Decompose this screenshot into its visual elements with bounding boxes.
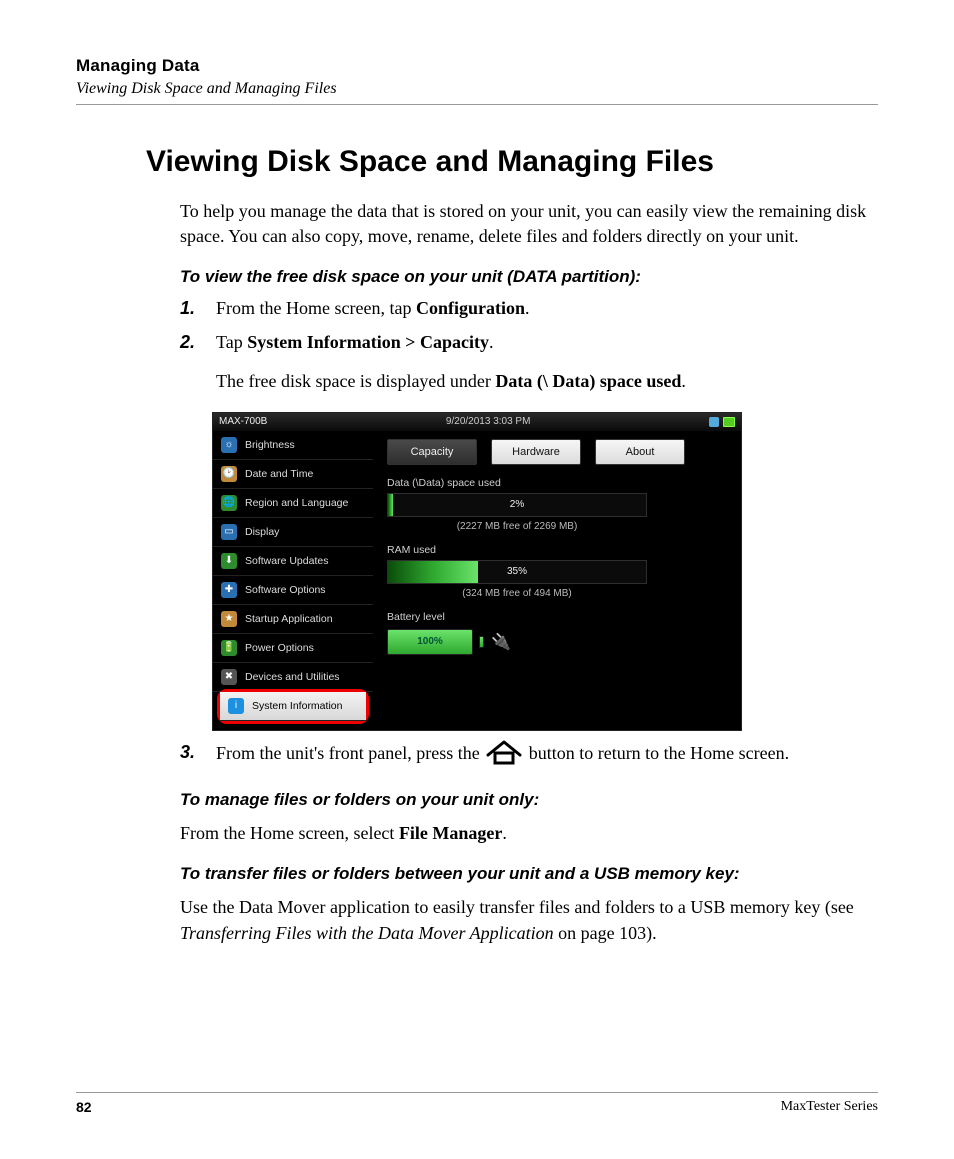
sidebar-item-system-information[interactable]: i System Information bbox=[220, 692, 366, 721]
sidebar-icon: ★ bbox=[221, 611, 237, 627]
sidebar-item-label: Display bbox=[245, 526, 279, 538]
page-footer: 82 MaxTester Series bbox=[76, 1092, 878, 1115]
sidebar-icon: 🌐 bbox=[221, 495, 237, 511]
sidebar-item-label: System Information bbox=[252, 700, 342, 712]
sidebar-item[interactable]: 🔋 Power Options bbox=[213, 634, 373, 663]
sidebar-item-label: Startup Application bbox=[245, 613, 333, 625]
device-clock: 9/20/2013 3:03 PM bbox=[446, 416, 531, 427]
sidebar-icon: ☼ bbox=[221, 437, 237, 453]
device-sidebar: ☼ Brightness 🕑 Date and Time 🌐 Region and Lan… bbox=[213, 431, 373, 730]
sidebar-item-label: Power Options bbox=[245, 642, 314, 654]
step-number: 2. bbox=[180, 329, 202, 393]
steps-list: 1. From the Home screen, tap Configurati… bbox=[180, 295, 868, 393]
body: To help you manage the data that is stor… bbox=[180, 199, 868, 394]
transfer-files-paragraph: Use the Data Mover application to easily… bbox=[180, 894, 868, 946]
chapter-title: Managing Data bbox=[76, 56, 878, 76]
step-number: 3. bbox=[180, 739, 202, 772]
home-icon bbox=[484, 739, 524, 772]
step-3: 3. From the unit's front panel, press th… bbox=[180, 739, 868, 772]
intro-paragraph: To help you manage the data that is stor… bbox=[180, 199, 868, 249]
manage-files-paragraph: From the Home screen, select File Manage… bbox=[180, 820, 868, 846]
sidebar-icon: 🕑 bbox=[221, 466, 237, 482]
sidebar-item[interactable]: ☼ Brightness bbox=[213, 431, 373, 460]
sidebar-item-label: Software Updates bbox=[245, 555, 328, 567]
sidebar-item[interactable]: ✚ Software Options bbox=[213, 576, 373, 605]
step-number: 1. bbox=[180, 295, 202, 321]
footer-rule bbox=[76, 1092, 878, 1093]
sidebar-item-label: Date and Time bbox=[245, 468, 313, 480]
step-1: 1. From the Home screen, tap Configurati… bbox=[180, 295, 868, 321]
sidebar-item-label: Region and Language bbox=[245, 497, 348, 509]
device-content: Capacity Hardware About Data (\Data) spa… bbox=[373, 431, 741, 730]
sidebar-item-label: Devices and Utilities bbox=[245, 671, 340, 683]
sidebar-icon: 🔋 bbox=[221, 640, 237, 656]
tab-capacity[interactable]: Capacity bbox=[387, 439, 477, 465]
sidebar-item[interactable]: 🕑 Date and Time bbox=[213, 460, 373, 489]
device-model: MAX-700B bbox=[219, 416, 267, 427]
tab-hardware[interactable]: Hardware bbox=[491, 439, 581, 465]
header-rule bbox=[76, 104, 878, 105]
step-2: 2. Tap System Information > Capacity. Th… bbox=[180, 329, 868, 393]
step-text: From the unit's front panel, press the b… bbox=[216, 739, 868, 772]
section-title: Viewing Disk Space and Managing Files bbox=[76, 80, 878, 98]
tab-about[interactable]: About bbox=[595, 439, 685, 465]
step-text: From the Home screen, tap Configuration. bbox=[216, 295, 868, 321]
body-continued: 3. From the unit's front panel, press th… bbox=[180, 739, 868, 946]
sidebar-icon: ✚ bbox=[221, 582, 237, 598]
subheader-manage-files: To manage files or folders on your unit … bbox=[180, 790, 868, 810]
sidebar-item[interactable]: 🌐 Region and Language bbox=[213, 489, 373, 518]
battery-level-label: Battery level bbox=[387, 611, 727, 623]
device-titlebar: MAX-700B 9/20/2013 3:03 PM bbox=[213, 413, 741, 431]
page-number: 82 bbox=[76, 1099, 92, 1115]
sidebar-item-label: Software Options bbox=[245, 584, 326, 596]
ram-used-bar: 35% bbox=[387, 560, 647, 584]
highlight-ring: i System Information bbox=[217, 689, 369, 724]
data-used-pct: 2% bbox=[388, 494, 646, 516]
data-used-caption: (2227 MB free of 2269 MB) bbox=[387, 521, 647, 532]
data-used-bar: 2% bbox=[387, 493, 647, 517]
battery-tip-icon bbox=[479, 636, 484, 648]
subheader-view-disk: To view the free disk space on your unit… bbox=[180, 267, 868, 287]
sidebar-item[interactable]: ▭ Display bbox=[213, 518, 373, 547]
sidebar-item[interactable]: ⬇ Software Updates bbox=[213, 547, 373, 576]
product-series: MaxTester Series bbox=[781, 1099, 878, 1115]
page-heading: Viewing Disk Space and Managing Files bbox=[146, 145, 878, 179]
sidebar-item-label: Brightness bbox=[245, 439, 295, 451]
ram-used-pct: 35% bbox=[388, 561, 646, 583]
sidebar-item[interactable]: ★ Startup Application bbox=[213, 605, 373, 634]
battery-level-pct: 100% bbox=[387, 629, 473, 655]
subheader-transfer-files: To transfer files or folders between you… bbox=[180, 864, 868, 884]
step-text: Tap System Information > Capacity. The f… bbox=[216, 329, 868, 393]
bluetooth-icon bbox=[709, 417, 719, 427]
sidebar-icon: ⬇ bbox=[221, 553, 237, 569]
battery-level-indicator: 100% 🔌 bbox=[387, 629, 727, 655]
ram-used-caption: (324 MB free of 494 MB) bbox=[387, 588, 647, 599]
device-screenshot: MAX-700B 9/20/2013 3:03 PM ☼ Brightness 🕑 D… bbox=[212, 412, 742, 731]
steps-list-continued: 3. From the unit's front panel, press th… bbox=[180, 739, 868, 772]
battery-status-icon bbox=[723, 417, 735, 427]
sidebar-icon: ▭ bbox=[221, 524, 237, 540]
data-used-label: Data (\Data) space used bbox=[387, 477, 727, 489]
tabs: Capacity Hardware About bbox=[387, 439, 727, 465]
running-header: Managing Data Viewing Disk Space and Man… bbox=[76, 56, 878, 105]
sidebar-item[interactable]: ✖ Devices and Utilities bbox=[213, 663, 373, 692]
info-icon: i bbox=[228, 698, 244, 714]
sidebar-icon: ✖ bbox=[221, 669, 237, 685]
power-plug-icon: 🔌 bbox=[492, 632, 510, 652]
ram-used-label: RAM used bbox=[387, 544, 727, 556]
